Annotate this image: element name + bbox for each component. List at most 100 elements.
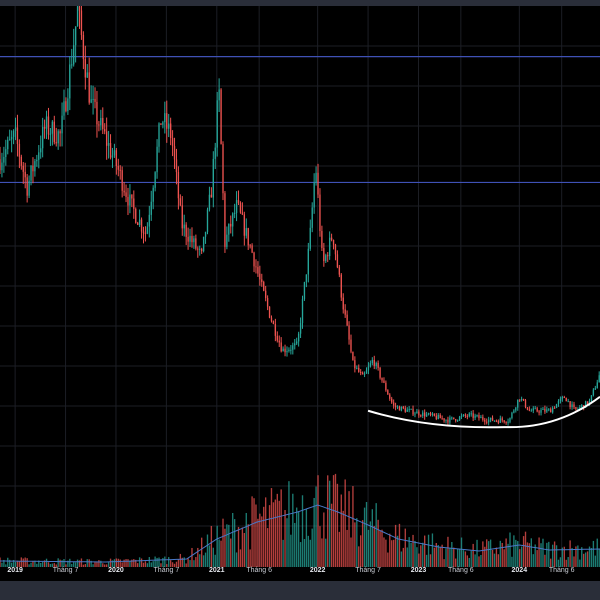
candle-body — [528, 409, 531, 411]
volume-bar — [327, 475, 329, 567]
volume-bar — [292, 493, 294, 567]
candle-body — [557, 401, 560, 405]
volume-bar — [117, 558, 119, 567]
candle-body — [199, 248, 201, 250]
candle-body — [135, 208, 137, 223]
volume-bar — [468, 557, 470, 567]
volume-bar — [261, 516, 263, 567]
candle-body — [73, 45, 75, 65]
volume-bar — [456, 548, 459, 567]
candle-body — [43, 126, 46, 129]
volume-bar — [381, 529, 383, 567]
volume-bar — [509, 532, 511, 567]
candle-body — [129, 194, 131, 206]
candle-body — [53, 121, 55, 143]
volume-bar — [241, 527, 244, 567]
candle-body — [107, 143, 110, 146]
time-axis-tick-label: 2024 — [511, 567, 528, 574]
volume-bar — [210, 525, 213, 567]
candle-body — [575, 407, 577, 410]
volume-bar — [567, 557, 569, 567]
candle-body — [92, 98, 94, 100]
candle-body — [241, 212, 244, 215]
candle-body — [348, 325, 350, 340]
candle-body — [334, 244, 337, 255]
candle-body — [158, 123, 160, 147]
candle-body — [309, 227, 311, 249]
volume-bar — [274, 499, 277, 567]
time-axis-tick-label: 2019 — [7, 567, 23, 574]
candle-body — [278, 340, 280, 343]
candle-body — [429, 413, 432, 415]
volume-bar — [123, 559, 125, 567]
volume-bar — [352, 486, 354, 567]
candle-body — [255, 266, 257, 268]
volume-bar — [387, 552, 389, 567]
candle-body — [156, 146, 158, 173]
candle-body — [414, 413, 416, 415]
price-chart[interactable] — [0, 6, 600, 567]
candle-body — [456, 420, 459, 422]
candle-body — [191, 235, 193, 243]
candle-body — [319, 194, 321, 231]
candle-body — [202, 236, 205, 252]
candle-body — [439, 414, 441, 419]
candle-body — [14, 127, 17, 131]
candle-body — [354, 360, 356, 369]
candle-body — [402, 406, 405, 409]
candle-body — [105, 131, 108, 146]
candle-body — [569, 401, 571, 408]
volume-bar — [555, 545, 558, 567]
candle-body — [197, 248, 199, 250]
candle-body — [63, 101, 65, 116]
candle-body — [218, 89, 220, 101]
volume-bar — [497, 554, 500, 567]
volume-bar — [206, 534, 209, 567]
candle-body — [233, 212, 236, 214]
candle-body — [138, 219, 141, 225]
candle-body — [325, 255, 327, 262]
volume-bar — [268, 505, 271, 567]
volume-bar — [334, 473, 337, 567]
candle-body — [80, 10, 83, 35]
volume-bar — [427, 534, 430, 567]
candle-body — [251, 245, 253, 253]
candle-body — [179, 198, 182, 206]
candle-body — [253, 252, 255, 267]
volume-bar — [0, 557, 1, 567]
candle-body — [41, 126, 44, 149]
volume-bar — [437, 544, 439, 567]
candle-body — [274, 323, 277, 336]
candle-body — [478, 415, 480, 419]
candle-body — [482, 417, 484, 420]
volume-bar — [138, 557, 141, 567]
candle-body — [487, 419, 490, 423]
volume-bar — [356, 518, 358, 567]
volume-bar — [548, 541, 550, 567]
volume-bar — [315, 486, 317, 567]
candle-body — [342, 297, 344, 310]
volume-bar — [383, 537, 385, 567]
volume-bar — [530, 538, 533, 567]
candle-body — [142, 231, 145, 234]
volume-bar — [579, 559, 581, 567]
candle-body — [26, 177, 28, 196]
volume-bar — [586, 551, 589, 567]
candle-body — [581, 405, 583, 408]
time-axis-tick-label: 2023 — [410, 567, 427, 574]
volume-bar — [486, 539, 488, 567]
volume-bar — [491, 549, 494, 567]
volume-bar — [233, 519, 236, 567]
volume-bar — [350, 537, 352, 567]
candle-body — [119, 169, 121, 171]
volume-bar — [214, 554, 216, 567]
candle-body — [193, 238, 195, 243]
volume-bar — [342, 510, 344, 567]
volume-bar — [235, 552, 238, 567]
candle-body — [394, 405, 397, 408]
candle-body — [0, 159, 1, 171]
volume-bar — [354, 522, 356, 567]
volume-bar — [358, 546, 360, 567]
volume-bar — [216, 525, 218, 567]
candle-body — [55, 142, 57, 144]
